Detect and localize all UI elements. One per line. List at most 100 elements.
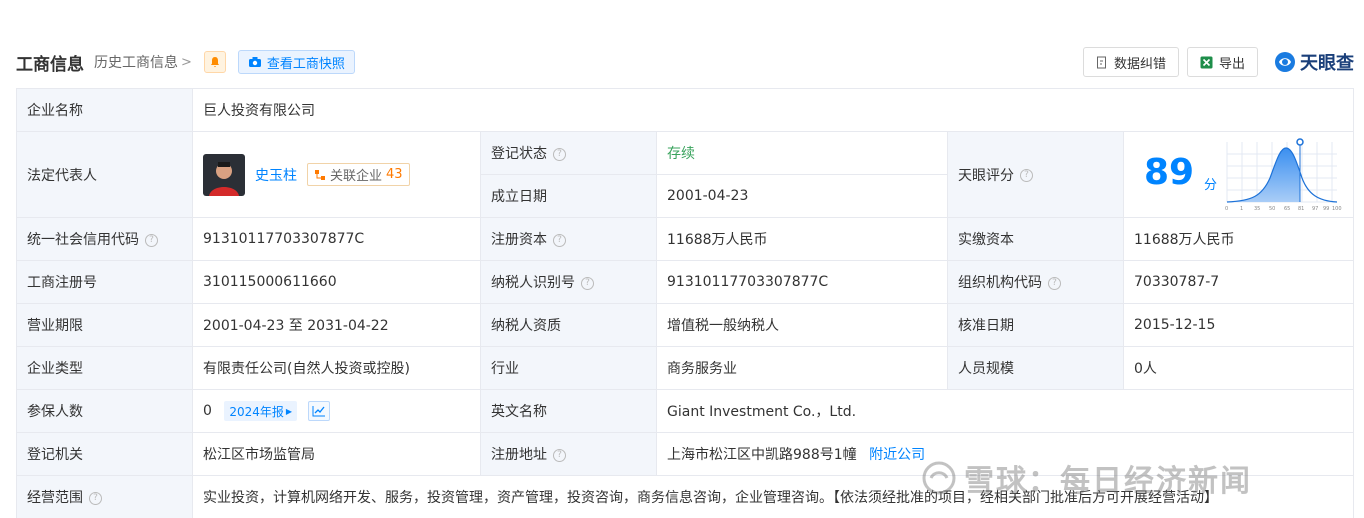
credit-code-label: 统一社会信用代码? (16, 217, 193, 261)
watermark: 雪球：每日经济新闻 (922, 456, 1252, 500)
help-icon[interactable]: ? (145, 233, 158, 247)
table-row: 参保人数 0 2024年报 ▶ 英文名称 Giant Investment Co.… (16, 389, 1355, 433)
legal-rep-cell: 史玉柱 关联企业 43 (192, 131, 481, 218)
snapshot-label: 查看工商快照 (266, 56, 345, 72)
taxpayer-id-label-text: 纳税人识别号 (491, 275, 575, 291)
english-name-label: 英文名称 (480, 389, 657, 433)
score-cell[interactable]: 89 分 0 1 35 50 65 81 97 99 100 (1122, 131, 1355, 218)
org-code-label-text: 组织机构代码 (958, 275, 1042, 291)
edit-doc-icon (1096, 56, 1106, 68)
table-row: 营业期限 2001-04-23 至 2031-04-22 纳税人资质 增值税一般… (16, 303, 1355, 347)
section-header: 工商信息 历史工商信息 > 查看工商快照 数据纠错 导出 天眼查 (16, 46, 1354, 78)
tick-5: 81 (1298, 206, 1304, 212)
related-label: 关联企业 (330, 169, 383, 184)
reg-address-value: 上海市松江区中凯路988号1幢 (667, 447, 857, 463)
taxpayer-qual-label: 纳税人资质 (480, 303, 657, 347)
camera-icon (248, 57, 261, 67)
help-icon[interactable]: ? (553, 448, 566, 462)
chevron-right-icon: > (181, 54, 192, 70)
table-row: 企业名称 巨人投资有限公司 (16, 88, 1355, 132)
org-code-value: 70330787-7 (1122, 260, 1355, 304)
credit-code-label-text: 统一社会信用代码 (27, 232, 139, 248)
score-distribution-chart: 0 1 35 50 65 81 97 99 100 (1225, 138, 1342, 212)
org-code-label: 组织机构代码? (947, 260, 1124, 304)
business-info-table: 企业名称 巨人投资有限公司 法定代表人 史玉柱 关联企业 43 登记状态? 存续… (16, 88, 1355, 518)
history-link-label: 历史工商信息 (94, 55, 178, 71)
tick-6: 97 (1312, 206, 1318, 212)
snapshot-button[interactable]: 查看工商快照 (237, 50, 355, 74)
legal-rep-name[interactable]: 史玉柱 (255, 165, 297, 185)
reg-authority-label: 登记机关 (16, 432, 193, 476)
english-name-value: Giant Investment Co.，Ltd. (655, 389, 1355, 433)
taxpayer-qual-value: 增值税一般纳税人 (656, 303, 948, 347)
insured-value: 0 (203, 403, 212, 419)
logo-text: 天眼查 (1300, 53, 1354, 74)
tick-2: 35 (1254, 206, 1260, 212)
company-name-value: 巨人投资有限公司 (191, 88, 1355, 132)
network-icon (315, 169, 325, 180)
section-title: 工商信息 (16, 54, 84, 75)
industry-value: 商务服务业 (656, 346, 948, 390)
insured-cell: 0 2024年报 ▶ (192, 389, 481, 433)
related-companies-tag[interactable]: 关联企业 43 (307, 163, 410, 186)
reg-status-value: 存续 (656, 131, 948, 175)
credit-code-value: 91310117703307877C (192, 217, 481, 261)
help-icon[interactable]: ? (1048, 276, 1061, 290)
reg-address-label: 注册地址? (480, 432, 657, 476)
help-icon[interactable]: ? (581, 276, 594, 290)
reg-capital-label: 注册资本? (480, 217, 657, 261)
reg-no-value: 310115000611660 (192, 260, 481, 304)
correction-label: 数据纠错 (1113, 56, 1166, 72)
reg-no-label: 工商注册号 (16, 260, 193, 304)
score-unit: 分 (1204, 178, 1218, 193)
taxpayer-id-value: 91310117703307877C (656, 260, 948, 304)
staff-size-label: 人员规模 (947, 346, 1124, 390)
legal-rep-label: 法定代表人 (16, 131, 193, 218)
industry-label: 行业 (480, 346, 657, 390)
reg-status-label-text: 登记状态 (491, 146, 547, 162)
reg-capital-value: 11688万人民币 (656, 217, 948, 261)
tianyancha-logo-icon (1275, 52, 1295, 72)
paid-capital-label: 实缴资本 (947, 217, 1124, 261)
caret-right-icon: ▶ (285, 406, 293, 416)
correction-button[interactable]: 数据纠错 (1082, 47, 1179, 77)
export-label: 导出 (1218, 56, 1245, 72)
help-icon[interactable]: ? (1020, 169, 1033, 182)
company-name-label: 企业名称 (16, 88, 193, 132)
bell-button[interactable] (203, 51, 226, 73)
biz-scope-label-text: 经营范围 (27, 490, 83, 506)
bell-icon (210, 57, 219, 68)
est-date-label: 成立日期 (480, 174, 657, 218)
nearby-companies-link[interactable]: 附近公司 (869, 447, 925, 463)
help-icon[interactable]: ? (553, 233, 566, 247)
score-label-text: 天眼评分 (958, 167, 1014, 184)
history-link[interactable]: 历史工商信息 > (94, 52, 192, 72)
biz-term-label: 营业期限 (16, 303, 193, 347)
table-row: 统一社会信用代码? 91310117703307877C 注册资本? 11688… (16, 217, 1355, 261)
export-button[interactable]: 导出 (1186, 47, 1258, 77)
reg-status-label: 登记状态? (480, 131, 657, 175)
insured-label: 参保人数 (16, 389, 193, 433)
table-row: 企业类型 有限责任公司(自然人投资或控股) 行业 商务服务业 人员规模 0人 (16, 346, 1355, 390)
avatar[interactable] (203, 153, 245, 196)
help-icon[interactable]: ? (553, 147, 566, 161)
tick-3: 50 (1269, 206, 1275, 212)
paid-capital-value: 11688万人民币 (1122, 217, 1355, 261)
table-row: 法定代表人 史玉柱 关联企业 43 登记状态? 存续 天眼评分? 89 分 0 … (16, 131, 1355, 218)
annual-report-label: 2024年报 (229, 404, 284, 419)
tick-1: 1 (1240, 206, 1243, 212)
watermark-text: 雪球：每日经济新闻 (964, 464, 1252, 499)
score-label: 天眼评分? (947, 131, 1124, 218)
approval-date-value: 2015-12-15 (1122, 303, 1355, 347)
trend-chart-icon[interactable] (307, 401, 330, 421)
reg-capital-label-text: 注册资本 (491, 232, 547, 248)
tick-8: 100 (1332, 206, 1342, 212)
taxpayer-id-label: 纳税人识别号? (480, 260, 657, 304)
biz-term-value: 2001-04-23 至 2031-04-22 (192, 303, 481, 347)
annual-report-tag[interactable]: 2024年报 ▶ (224, 401, 298, 421)
help-icon[interactable]: ? (89, 491, 102, 505)
excel-icon (1200, 56, 1213, 68)
table-row: 工商注册号 310115000611660 纳税人识别号? 9131011770… (16, 260, 1355, 304)
reg-address-label-text: 注册地址 (491, 447, 547, 463)
approval-date-label: 核准日期 (947, 303, 1124, 347)
